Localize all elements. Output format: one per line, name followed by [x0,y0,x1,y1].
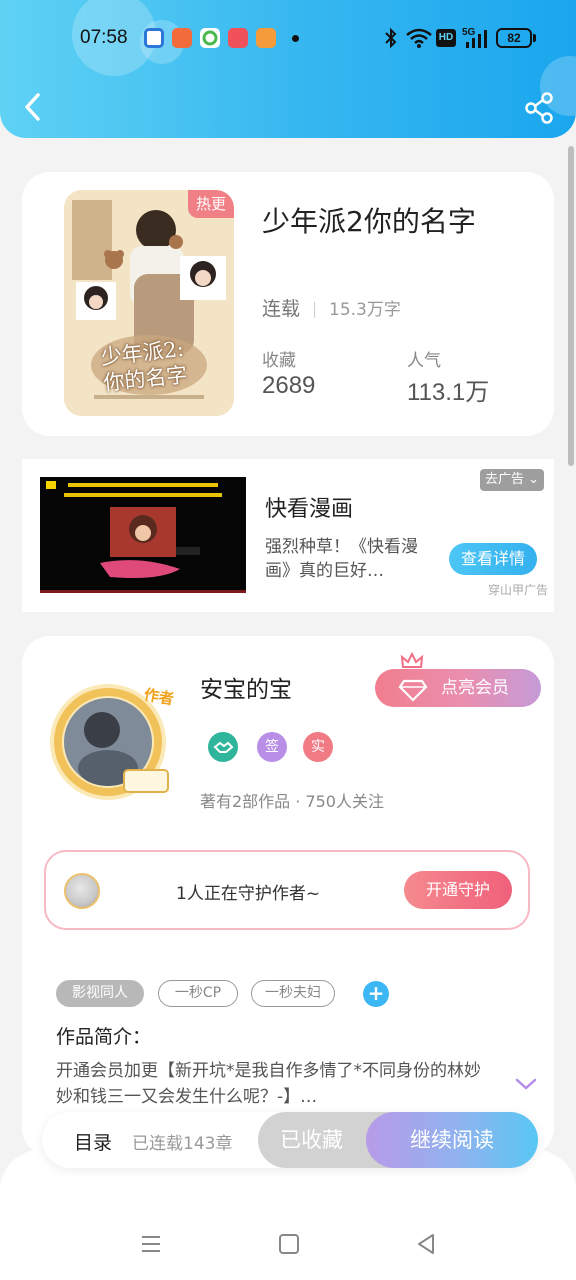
divider [314,301,316,318]
book-meta: 连载 15.3万字 [262,294,401,321]
add-tag-button[interactable]: + [363,981,389,1007]
popularity-label: 人气 [407,351,441,371]
home-nav-icon[interactable] [277,1232,301,1256]
bluetooth-icon [385,27,397,49]
chapter-count: 已连载143章 [132,1134,233,1154]
guard-author-panel: 1人正在守护作者~ 开通守护 [44,850,530,930]
app-notification-icon [256,28,276,48]
signed-badge[interactable]: 签 [257,732,287,762]
app-notification-icon [144,28,164,48]
app-notification-icon [200,28,220,48]
open-guard-button[interactable]: 开通守护 [404,871,512,909]
ad-artwork [40,477,246,593]
hot-update-badge: 热更 [188,190,234,218]
bottom-panel [0,1150,576,1280]
author-card: 作者 安宝的宝 点亮会员 签 实 著有2部作品 · 750人关注 1人正在守护作… [22,636,554,1156]
cover-title-art: 少年派2: 你的名字 [99,336,189,396]
view-details-button[interactable]: 查看详情 [449,543,537,575]
share-button[interactable] [524,92,554,124]
ad-source: 穿山甲广告 [488,583,549,597]
favorites-label: 收藏 [262,351,296,371]
handshake-badge-icon[interactable] [208,732,238,762]
intro-text: 开通会员加更【新开坑*是我自作多情了*不同身份的林妙妙和钱三一又会发生什么呢？-… [56,1061,481,1107]
tag-item[interactable]: 影视同人 [56,980,144,1007]
tag-item[interactable]: 一秒夫妇 [251,980,335,1007]
remove-ad-label: 去广告 [484,472,524,487]
more-notifications-dot [292,35,299,42]
book-title: 少年派2你的名字 [262,205,476,238]
expand-chevron-icon[interactable] [514,1076,538,1092]
remove-ad-button[interactable]: 去广告 ⌄ [480,469,544,491]
signal-icon [466,30,487,48]
wifi-icon [406,28,432,48]
chevron-down-icon: ⌄ [528,472,540,487]
app-notification-icon [228,28,248,48]
reading-action-bar: 目录 已连载143章 已收藏 继续阅读 [42,1112,538,1168]
battery-nub [533,34,536,42]
battery-indicator: 82 [496,28,532,48]
verified-badge[interactable]: 实 [303,732,333,762]
author-avatar[interactable]: 作者 [36,672,184,806]
ad-banner[interactable]: 去广告 ⌄ 快看漫画 强烈种草！《快看漫画》真的巨好… 查看详情 穿山甲广告 [22,459,554,612]
continue-reading-button[interactable]: 继续阅读 [366,1112,538,1168]
favorites-value: 2689 [262,372,316,399]
app-notification-icon [172,28,192,48]
book-cover[interactable]: 热更 少年派2: 你的名字 [64,190,234,416]
author-meta: 著有2部作品 · 750人关注 [200,792,384,811]
book-info-card: 热更 少年派2: 你的名字 少年派2你的名字 连载 15.3万字 收藏 2689 … [22,172,554,436]
back-button[interactable] [18,90,48,124]
table-of-contents-button[interactable]: 目录 [74,1128,112,1155]
hd-icon: HD [436,29,456,47]
top-header: 07:58 HD 5G 82 [0,0,576,138]
ad-image[interactable] [40,477,246,593]
diamond-icon [398,679,428,702]
word-count: 15.3万字 [329,300,401,320]
intro-label: 作品简介： [56,1026,152,1048]
status-time: 07:58 [80,27,128,48]
vip-button-label: 点亮会员 [441,678,509,698]
ad-title: 快看漫画 [265,497,354,522]
author-name: 安宝的宝 [200,677,292,703]
guard-avatar [64,873,100,909]
back-nav-icon[interactable] [414,1232,438,1256]
popularity-value: 113.1万 [407,379,490,406]
menu-nav-icon[interactable] [139,1232,163,1256]
book-status: 连载 [262,298,301,320]
tag-item[interactable]: 一秒CP [158,980,238,1007]
scrollbar[interactable] [568,146,574,466]
ad-description: 强烈种草！《快看漫画》真的巨好… [265,537,418,581]
guard-text: 1人正在守护作者~ [176,884,321,904]
crown-icon [400,652,424,668]
